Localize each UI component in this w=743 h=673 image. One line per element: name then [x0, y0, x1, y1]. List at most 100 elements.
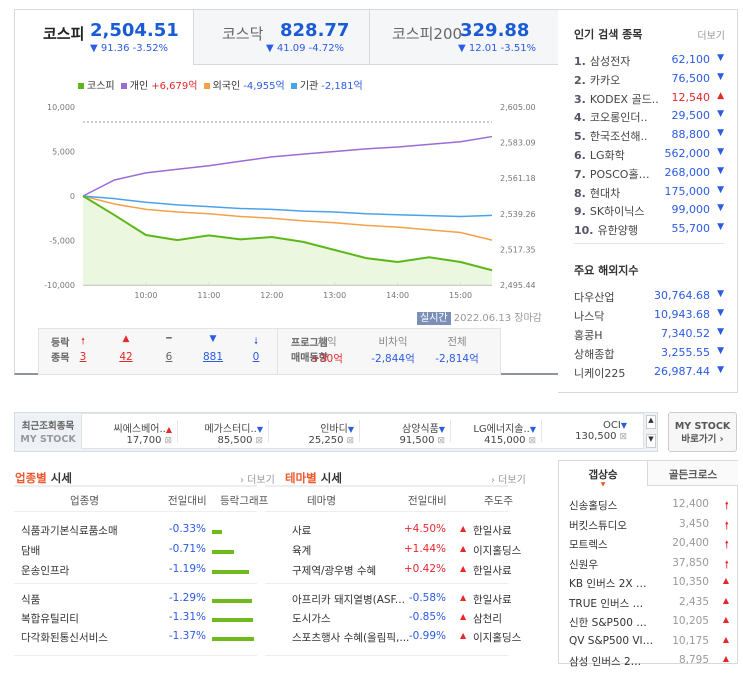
stock-name: LG에너지솔.. [473, 424, 530, 435]
tab-golden-cross[interactable]: 골든크로스 [647, 461, 738, 486]
stock-price: 130,500 [575, 431, 617, 442]
x-tick-label: 15:00 [449, 291, 472, 300]
gap-stock-item[interactable]: 버킷스튜디오 3,450 🠕 [569, 518, 731, 537]
gap-stock-item[interactable]: 신원우 37,850 🠕 [569, 557, 731, 576]
title-part: 시세 [316, 471, 342, 485]
leading-stock[interactable]: 이지홀딩스 [473, 543, 521, 562]
right-tick-label: 2,495.44 [500, 281, 536, 290]
tab-change: ▼ 91.36 -3.52% [90, 43, 169, 54]
gap-stock-item[interactable]: 신한 S&P500 … 10,205 ▲ [569, 615, 731, 634]
breadth-count-up[interactable]: 42 [111, 351, 141, 363]
gap-stock-item[interactable]: 신송홀딩스 12,400 🠕 [569, 498, 731, 517]
column-header: 등락그래프 [220, 495, 269, 507]
leading-stock[interactable]: 한일사료 [473, 523, 512, 542]
sector-name[interactable]: 복합유틸리티 [21, 611, 79, 630]
theme-name[interactable]: 육계 [292, 543, 311, 562]
overseas-index-item[interactable]: 니케이225 26,987.44 ▼ [574, 365, 724, 383]
popular-stock-item[interactable]: 10. 유한양행 55,700 ▼ [574, 222, 724, 240]
gap-stock-item[interactable]: KB 인버스 2X … 10,350 ▲ [569, 576, 731, 595]
popular-stock-item[interactable]: 4. 코오롱인더.. 29,500 ▼ [574, 109, 724, 127]
index-value: 26,987.44 [654, 365, 710, 378]
right-tick-label: 2,517.35 [500, 245, 536, 254]
overseas-index-item[interactable]: 상해종합 3,255.55 ▼ [574, 346, 724, 364]
leading-stock[interactable]: 삼천리 [473, 611, 502, 630]
breadth-count-up-limit[interactable]: 3 [68, 351, 98, 363]
sector-name[interactable]: 운송인프라 [21, 563, 69, 582]
stock-price: 20,400 [672, 537, 709, 549]
recent-stock-item[interactable]: 메가스터디..▼ 85,500 ⊠ [178, 420, 263, 446]
recent-stock-item[interactable]: LG에너지솔..▼ 415,000 ⊠ [451, 420, 536, 446]
popular-stock-item[interactable]: 6. LG화학 562,000 ▼ [574, 147, 724, 165]
stock-name: 삼성 인버스 2… [569, 656, 642, 668]
up-arrow-icon: ▲ [717, 90, 724, 101]
up-arrow-icon: ▲ [460, 631, 467, 640]
scroll-down-button[interactable]: ▼ [646, 434, 656, 448]
stock-name: 인바디 [320, 424, 348, 435]
theme-name[interactable]: 구제역/광우병 수혜 [292, 563, 376, 582]
theme-name[interactable]: 도시가스 [292, 611, 331, 630]
popular-stock-item[interactable]: 9. SK하이닉스 99,000 ▼ [574, 203, 724, 221]
scroll-up-button[interactable]: ▲ [646, 415, 656, 429]
popular-stock-item[interactable]: 1. 삼성전자 62,100 ▼ [574, 53, 724, 71]
breadth-count-down-limit[interactable]: 0 [241, 351, 271, 363]
theme-more-link[interactable]: › 더보기 [491, 471, 526, 486]
my-stock-shortcut-button[interactable]: MY STOCK 바로가기 › [668, 412, 737, 452]
left-tick-label: 10,000 [47, 103, 75, 112]
leading-stock[interactable]: 한일사료 [473, 563, 512, 582]
leading-stock[interactable]: 한일사료 [473, 592, 512, 611]
change-bar [212, 550, 234, 554]
tab-gap-up[interactable]: 갭상승 ▼ [559, 461, 647, 488]
sector-more-link[interactable]: › 더보기 [240, 471, 275, 486]
breadth-count-flat[interactable]: 6 [154, 351, 184, 363]
theme-change: -0.99% [408, 630, 446, 642]
divider [14, 511, 257, 512]
left-tick-label: 5,000 [52, 148, 75, 157]
breadth-count-down[interactable]: 881 [198, 351, 228, 363]
column-header: 업종명 [70, 495, 99, 507]
popular-stock-item[interactable]: 3. KODEX 골드.. 12,540 ▲ [574, 91, 724, 109]
up-arrow-icon: ▲ [165, 425, 172, 434]
down-arrow-icon: ▼ [717, 346, 724, 356]
remove-icon[interactable]: ⊠ [346, 436, 354, 446]
overseas-index-item[interactable]: 나스닥 10,943.68 ▼ [574, 308, 724, 326]
rank: 1. [574, 55, 586, 68]
popular-stock-item[interactable]: 2. 카카오 76,500 ▼ [574, 72, 724, 90]
remove-icon[interactable]: ⊠ [255, 436, 263, 446]
gap-stock-item[interactable]: 모트렉스 20,400 🠕 [569, 537, 731, 556]
sector-change: -0.71% [168, 543, 206, 555]
popular-stock-item[interactable]: 8. 현대차 175,000 ▼ [574, 185, 724, 203]
popular-stock-item[interactable]: 5. 한국조선해.. 88,800 ▼ [574, 128, 724, 146]
recent-stock-item[interactable]: 씨에스베어..▲ 17,700 ⊠ [87, 420, 172, 446]
flat-icon: ━ [166, 334, 172, 344]
popular-stock-item[interactable]: 7. POSCO홀… 268,000 ▼ [574, 166, 724, 184]
overseas-index-item[interactable]: 홍콩H 7,340.52 ▼ [574, 327, 724, 345]
sector-name[interactable]: 식품 [21, 592, 40, 611]
overseas-index-item[interactable]: 다우산업 30,764.68 ▼ [574, 289, 724, 307]
tab-name: 코스닥 [222, 25, 264, 43]
remove-icon[interactable]: ⊠ [437, 436, 445, 446]
recent-stock-item[interactable]: 인바디▼ 25,250 ⊠ [269, 420, 354, 446]
sector-name[interactable]: 담배 [21, 543, 40, 562]
tab-kosdaq[interactable]: 코스닥 828.77 ▼ 41.09 -4.72% [193, 10, 369, 65]
sector-name[interactable]: 식품과기본식료품소매 [21, 523, 118, 542]
column-header: 테마명 [307, 495, 336, 507]
recent-stock-item[interactable]: 삼양식품▼ 91,500 ⊠ [360, 420, 445, 446]
remove-icon[interactable]: ⊠ [619, 432, 627, 442]
stock-price: 562,000 [664, 147, 711, 160]
tab-kospi200[interactable]: 코스피200 329.88 ▼ 12.01 -3.51% [369, 10, 560, 65]
legend-swatch [78, 83, 84, 89]
remove-icon[interactable]: ⊠ [164, 436, 172, 446]
sector-name[interactable]: 다각화된통신서비스 [21, 630, 108, 649]
recent-stock-item[interactable]: OCI▼ 130,500 ⊠ [542, 420, 627, 442]
theme-name[interactable]: 아프리카 돼지열병(ASF... [292, 592, 405, 611]
gap-stock-item[interactable]: QV S&P500 VI… 10,175 ▲ [569, 635, 731, 654]
theme-name[interactable]: 사료 [292, 523, 311, 542]
remove-icon[interactable]: ⊠ [528, 436, 536, 446]
gap-stock-item[interactable]: TRUE 인버스 … 2,435 ▲ [569, 596, 731, 615]
tab-kospi[interactable]: 코스피 2,504.51 ▼ 91.36 -3.52% [15, 10, 193, 65]
right-tick-label: 2,605.00 [500, 103, 536, 112]
down-arrow-icon: ▼ [717, 365, 724, 375]
leading-stock[interactable]: 이지홀딩스 [473, 630, 521, 649]
rank: 4. [574, 111, 586, 125]
popular-more-link[interactable]: 더보기 [697, 27, 725, 42]
